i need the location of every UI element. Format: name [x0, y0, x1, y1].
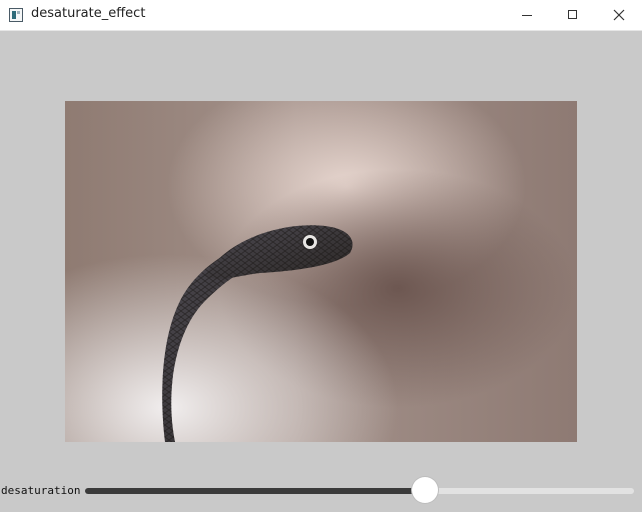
slider-fill	[85, 488, 426, 494]
app-window: desaturate_effect desaturation	[0, 0, 642, 512]
app-window-icon	[9, 8, 23, 22]
window-title: desaturate_effect	[31, 6, 146, 21]
close-button[interactable]	[596, 0, 642, 31]
slider-thumb[interactable]	[412, 477, 439, 503]
snake-photo	[65, 101, 577, 442]
desaturation-slider[interactable]	[85, 488, 634, 494]
title-bar[interactable]: desaturate_effect	[0, 0, 642, 31]
slider-label: desaturation	[1, 484, 81, 497]
maximize-button[interactable]	[550, 0, 596, 31]
image-display	[65, 101, 577, 442]
minimize-button[interactable]	[504, 0, 550, 31]
close-icon	[613, 9, 625, 21]
